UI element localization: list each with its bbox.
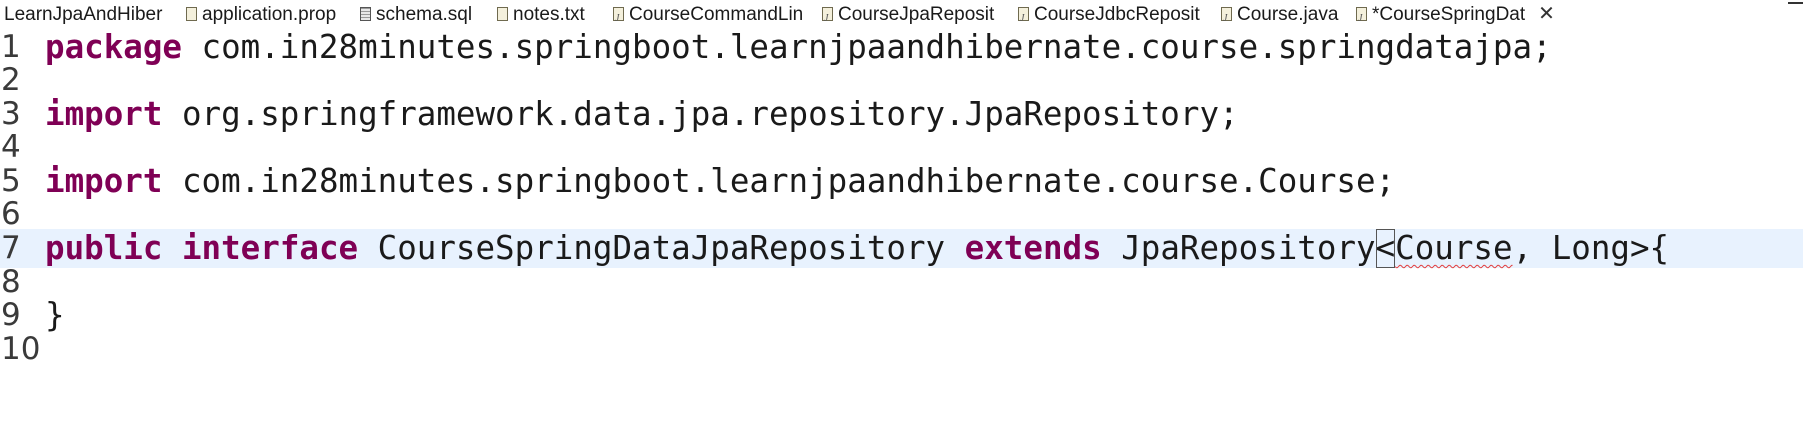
error-underline-type: Course [1395, 229, 1513, 267]
code-line-10: 10 [0, 330, 1803, 369]
java-file-icon [822, 4, 833, 33]
java-file-icon [613, 4, 624, 33]
line-number: 10 [1, 331, 41, 367]
line-number: 8 [1, 264, 21, 300]
line-number: 3 [1, 96, 21, 132]
line-number: 5 [0, 163, 36, 200]
interface-name: CourseSpringDataJpaRepository [358, 229, 965, 267]
type-name: JpaRepository [1101, 229, 1376, 267]
tab-application-properties[interactable]: application.prop [186, 0, 336, 28]
editor-tab-bar: LearnJpaAndHiber application.prop schema… [0, 0, 1803, 33]
line-number: 7 [1, 230, 21, 266]
tab-label: application.prop [202, 4, 337, 25]
code-editor[interactable]: 1 package com.in28minutes.springboot.lea… [0, 28, 1803, 405]
keyword: interface [181, 229, 359, 267]
tab-schema-sql[interactable]: schema.sql [360, 0, 472, 28]
sql-file-icon [360, 7, 371, 21]
tab-learnjpaandhibernate[interactable]: LearnJpaAndHiber [4, 0, 162, 28]
line-number: 6 [1, 196, 21, 232]
tab-label: schema.sql [376, 4, 473, 25]
line-number: 9 [1, 297, 21, 333]
tab-label: Course.java [1237, 4, 1339, 25]
line-number: 2 [1, 62, 21, 98]
tab-coursejdbcrepository[interactable]: CourseJdbcReposit [1018, 0, 1200, 33]
tab-course-java[interactable]: Course.java [1221, 0, 1339, 33]
tab-coursecommandlinerunner[interactable]: CourseCommandLin [613, 0, 804, 33]
java-file-icon [1356, 4, 1367, 33]
close-tab-icon[interactable]: ✕ [1538, 0, 1555, 29]
tab-notes-txt[interactable]: notes.txt [497, 0, 585, 28]
tab-coursejparepository[interactable]: CourseJpaReposit [822, 0, 995, 33]
text-file-icon [497, 7, 508, 21]
line-number: 4 [1, 129, 21, 165]
tab-label: notes.txt [513, 4, 585, 25]
keyword: extends [964, 229, 1102, 267]
tab-overflow-edge [1788, 2, 1803, 4]
line-number: 1 [1, 29, 21, 65]
tab-label: CourseCommandLin [629, 4, 804, 25]
properties-file-icon [186, 7, 197, 21]
tab-label: *CourseSpringDat [1372, 4, 1526, 25]
tab-label: CourseJdbcReposit [1034, 4, 1200, 25]
code-text: , Long>{ [1512, 229, 1670, 267]
tab-coursespringdatajparepository[interactable]: *CourseSpringDat ✕ [1356, 0, 1555, 33]
tab-label: CourseJpaReposit [838, 4, 995, 25]
java-file-icon [1221, 4, 1232, 33]
keyword: public [45, 229, 163, 267]
tab-label: LearnJpaAndHiber [4, 4, 163, 25]
java-file-icon [1018, 4, 1029, 33]
